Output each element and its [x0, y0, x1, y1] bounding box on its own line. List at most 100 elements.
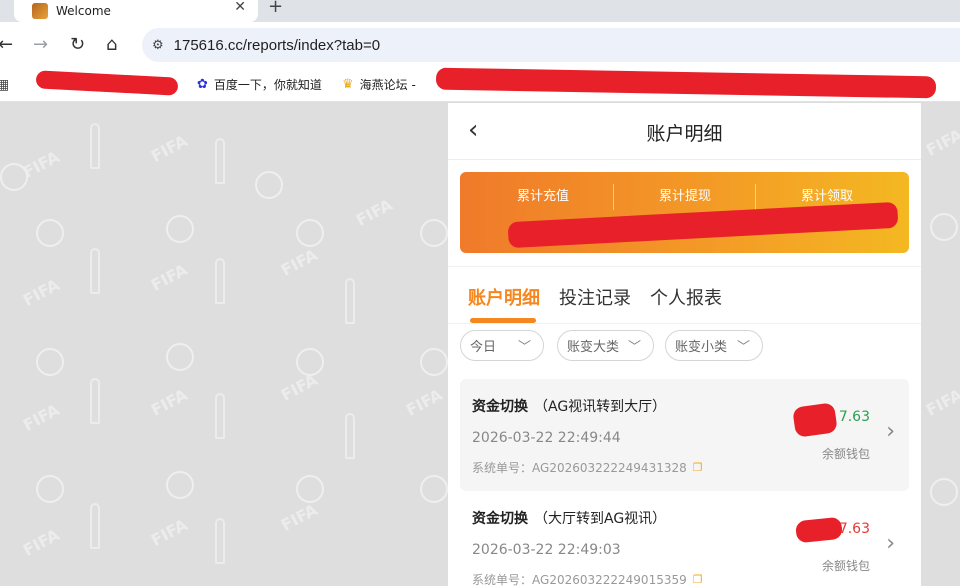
order-label: 系统单号：	[472, 461, 533, 475]
bookmark-label: 海燕论坛 -	[359, 78, 416, 92]
browser-tab-strip: Welcome ✕ +	[0, 0, 960, 22]
site-info-icon[interactable]: ⚙	[152, 38, 164, 53]
bookmarks-bar: ▦ ✿ 百度一下，你就知道 ♛ 海燕论坛 -	[0, 67, 960, 102]
site-favicon-icon	[32, 3, 48, 19]
summary-claimed-label: 累计领取	[800, 189, 853, 204]
summary-deposit-label: 累计充值	[516, 189, 569, 204]
baidu-paw-icon: ✿	[197, 77, 208, 92]
trophy-icon	[90, 378, 100, 424]
tab-title: Welcome	[56, 4, 111, 18]
date-filter-select[interactable]: 今日 ﹀	[460, 330, 544, 361]
copy-icon[interactable]: ❐	[693, 461, 703, 474]
pattern-text: FIFA	[147, 385, 191, 420]
pattern-text: FIFA	[19, 525, 63, 560]
pattern-text: FIFA	[277, 245, 321, 280]
record-type: 资金切换	[472, 399, 528, 415]
filter-bar: 今日 ﹀ 账变大类 ﹀ 账变小类 ﹀	[448, 325, 921, 372]
record-type: 资金切换	[472, 511, 528, 527]
redaction-scribble	[792, 402, 838, 438]
soccer-ball-icon	[36, 219, 64, 247]
record-time: 2026-03-22 22:49:03	[472, 542, 621, 558]
record-title: 资金切换 （AG视讯转到大厅）	[472, 396, 666, 416]
summary-withdraw-label: 累计提现	[658, 189, 711, 204]
soccer-ball-icon	[255, 171, 283, 199]
list-item[interactable]: 资金切换 （大厅转到AG视讯） 2026-03-22 22:49:03 系统单号：…	[460, 491, 909, 586]
order-number: AG202603222249015359	[532, 572, 687, 586]
bookmark-baidu[interactable]: ✿ 百度一下，你就知道	[197, 76, 322, 93]
tab-bet-records[interactable]: 投注记录	[559, 284, 631, 310]
trophy-icon	[215, 518, 225, 564]
back-arrow-icon[interactable]: ←	[0, 35, 13, 55]
record-amount: 7.63	[838, 521, 870, 537]
close-tab-icon[interactable]: ✕	[234, 0, 246, 15]
filter-value: 账变大类	[567, 340, 620, 355]
account-detail-page: ‹ 账户明细 累计充值 累计提现 累计领取 账户明细 投注记录 个人报表 今日 …	[448, 103, 921, 586]
home-icon[interactable]: ⌂	[106, 35, 117, 55]
soccer-ball-icon	[296, 475, 324, 503]
active-tab-indicator	[470, 318, 536, 323]
category-filter-select[interactable]: 账变大类 ﹀	[557, 330, 654, 361]
pattern-text: FIFA	[147, 515, 191, 550]
pattern-text: FIFA	[352, 195, 396, 230]
trophy-icon	[90, 503, 100, 549]
copy-icon[interactable]: ❐	[693, 573, 703, 586]
soccer-ball-icon	[296, 348, 324, 376]
subcategory-filter-select[interactable]: 账变小类 ﹀	[665, 330, 763, 361]
record-order: 系统单号： AG202603222249015359 ❐	[472, 571, 703, 586]
page-header: ‹ 账户明细	[448, 103, 921, 160]
list-item[interactable]: 资金切换 （AG视讯转到大厅） 2026-03-22 22:49:44 系统单号：…	[460, 379, 909, 491]
browser-tab[interactable]: Welcome ✕	[14, 0, 258, 22]
soccer-ball-icon	[296, 219, 324, 247]
trophy-icon	[215, 258, 225, 304]
page-title: 账户明细	[646, 123, 723, 145]
record-order: 系统单号： AG202603222249431328 ❐	[472, 459, 703, 476]
record-amount: 7.63	[838, 409, 870, 425]
filter-value: 账变小类	[675, 340, 728, 355]
bookmark-label: 百度一下，你就知道	[213, 78, 322, 92]
soccer-ball-icon	[930, 213, 958, 241]
order-label: 系统单号：	[472, 573, 533, 586]
trophy-icon	[345, 413, 355, 459]
redaction-scribble	[794, 516, 844, 544]
pattern-text: FIFA	[19, 400, 63, 435]
forward-arrow-icon[interactable]: →	[33, 35, 48, 55]
soccer-ball-icon	[930, 478, 958, 506]
pattern-text: FIFA	[19, 275, 63, 310]
soccer-ball-icon	[420, 219, 448, 247]
trophy-icon	[90, 248, 100, 294]
redaction-scribble	[35, 70, 179, 96]
tab-personal-report[interactable]: 个人报表	[650, 284, 722, 310]
trophy-icon	[215, 393, 225, 439]
pattern-text: FIFA	[147, 131, 191, 166]
soccer-ball-icon	[0, 163, 28, 191]
tab-account-detail[interactable]: 账户明细	[468, 284, 540, 310]
soccer-ball-icon	[420, 475, 448, 503]
record-wallet: 余额钱包	[821, 447, 870, 461]
summary-card: 累计充值 累计提现 累计领取	[460, 172, 909, 253]
record-detail: （AG视讯转到大厅）	[534, 399, 667, 415]
reload-icon[interactable]: ↻	[70, 35, 85, 55]
pattern-text: FIFA	[922, 125, 960, 160]
soccer-ball-icon	[36, 348, 64, 376]
pattern-text: FIFA	[402, 385, 446, 420]
pattern-text: FIFA	[922, 385, 960, 420]
chevron-right-icon[interactable]: ›	[886, 419, 895, 444]
record-detail: （大厅转到AG视讯）	[534, 511, 667, 527]
record-time: 2026-03-22 22:49:44	[472, 430, 621, 446]
address-bar[interactable]: ⚙ 175616.cc/reports/index?tab=0	[142, 28, 960, 62]
soccer-ball-icon	[166, 343, 194, 371]
chevron-down-icon: ﹀	[627, 340, 641, 355]
url-text[interactable]: 175616.cc/reports/index?tab=0	[174, 37, 380, 54]
filter-value: 今日	[470, 340, 497, 355]
soccer-ball-icon	[166, 471, 194, 499]
chevron-right-icon[interactable]: ›	[886, 531, 895, 556]
soccer-ball-icon	[166, 215, 194, 243]
record-list: 资金切换 （AG视讯转到大厅） 2026-03-22 22:49:44 系统单号：…	[448, 379, 921, 586]
bookmark-haiyan[interactable]: ♛ 海燕论坛 -	[342, 76, 416, 93]
apps-grid-icon[interactable]: ▦	[0, 77, 9, 93]
trophy-icon	[345, 278, 355, 324]
new-tab-button[interactable]: +	[268, 0, 283, 17]
chevron-down-icon: ﹀	[736, 340, 750, 355]
trophy-icon	[215, 138, 225, 184]
chevron-down-icon: ﹀	[517, 340, 531, 355]
